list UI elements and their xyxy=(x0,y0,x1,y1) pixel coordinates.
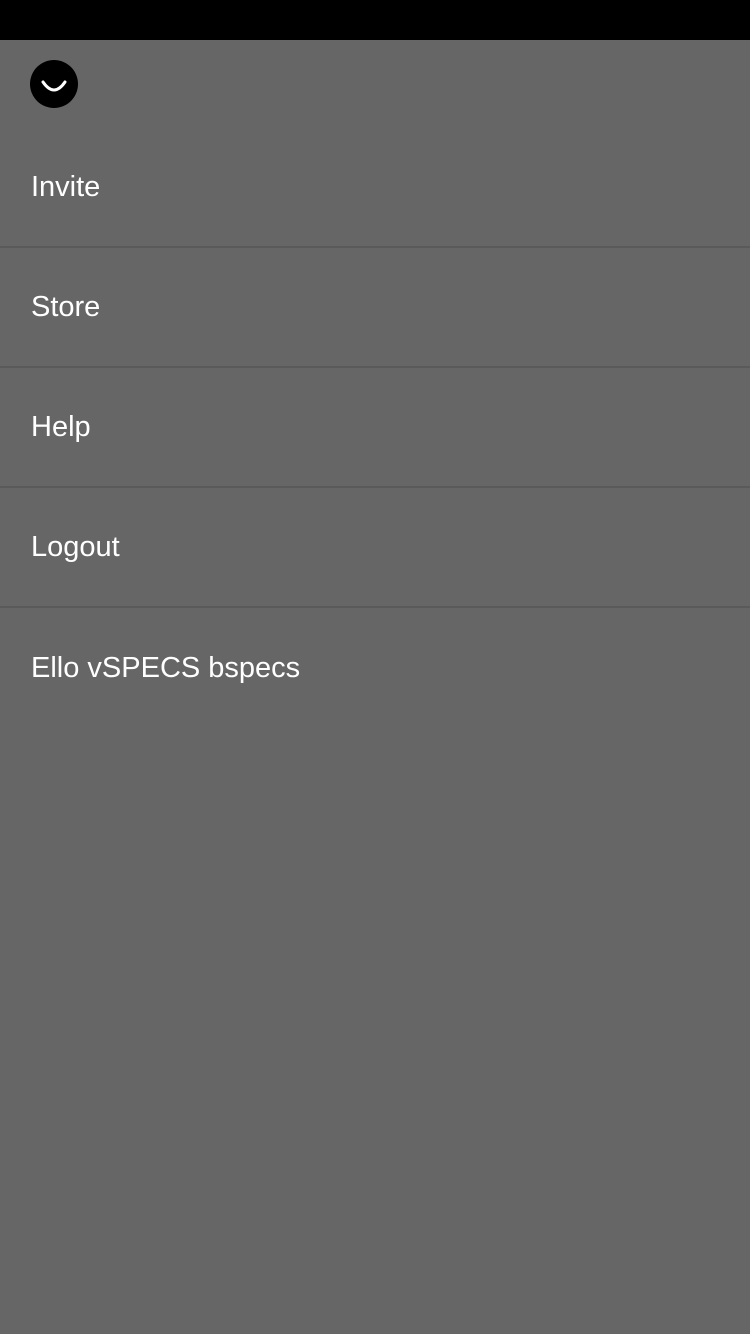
navigation-drawer: Invite Store Help Logout Ello vSPECS bsp… xyxy=(0,40,750,1334)
ello-logo-icon[interactable] xyxy=(30,60,78,108)
menu-item-label: Logout xyxy=(31,530,120,563)
menu-item-label: Store xyxy=(31,290,101,323)
drawer-menu: Invite Store Help Logout xyxy=(0,128,750,608)
version-label: Ello vSPECS bspecs xyxy=(31,652,301,684)
menu-item-label: Invite xyxy=(31,170,101,203)
menu-item-invite[interactable]: Invite xyxy=(0,128,750,248)
menu-item-label: Help xyxy=(31,410,91,443)
menu-item-help[interactable]: Help xyxy=(0,368,750,488)
menu-item-store[interactable]: Store xyxy=(0,248,750,368)
ello-smile-icon xyxy=(41,80,67,92)
menu-item-logout[interactable]: Logout xyxy=(0,488,750,608)
status-bar xyxy=(0,0,750,40)
